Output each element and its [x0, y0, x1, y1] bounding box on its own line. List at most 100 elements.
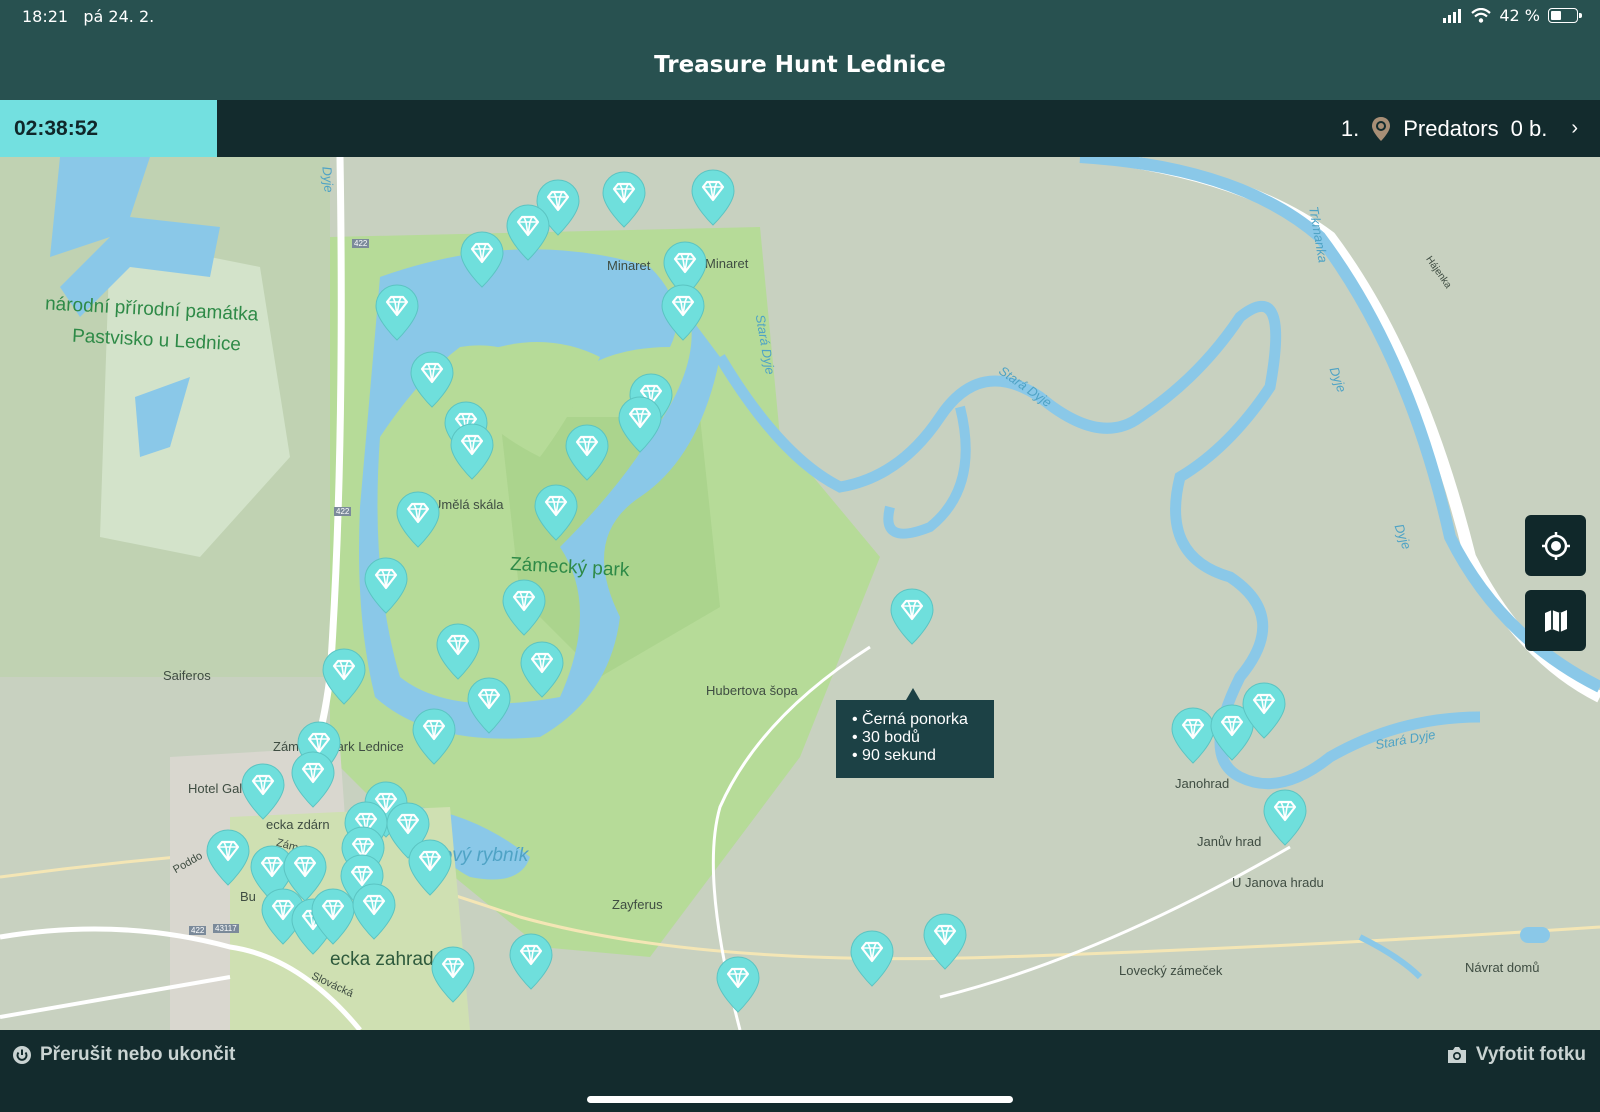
- treasure-pin[interactable]: [430, 946, 476, 1004]
- map-label-hubertova-sopa: Hubertova šopa: [706, 683, 798, 698]
- diamond-pin-icon: [241, 763, 285, 820]
- diamond-pin-icon: [311, 888, 355, 945]
- treasure-pin[interactable]: [240, 763, 286, 821]
- treasure-pin[interactable]: [407, 839, 453, 897]
- treasure-pin[interactable]: [505, 204, 551, 262]
- diamond-pin-icon: [618, 396, 662, 453]
- diamond-pin-icon: [520, 641, 564, 698]
- map-label-navrat-domu: Návrat domů: [1465, 960, 1540, 975]
- treasure-pin[interactable]: [363, 557, 409, 615]
- treasure-pin[interactable]: [351, 883, 397, 941]
- treasure-pin[interactable]: [435, 623, 481, 681]
- treasure-pin[interactable]: [449, 423, 495, 481]
- leaderboard-button[interactable]: 1. Predators 0 b. ›: [1341, 100, 1578, 157]
- treasure-pin[interactable]: [533, 484, 579, 542]
- take-photo-label: Vyfotit fotku: [1475, 1044, 1586, 1065]
- treasure-pin[interactable]: [601, 171, 647, 229]
- treasure-pin[interactable]: [715, 956, 761, 1014]
- diamond-pin-icon: [396, 491, 440, 548]
- treasure-pin[interactable]: [310, 888, 356, 946]
- popup-item-points: 30 bodů: [862, 729, 920, 746]
- map-label-lovecky-zamecek: Lovecký zámeček: [1119, 963, 1223, 978]
- treasure-pin[interactable]: [466, 677, 512, 735]
- diamond-pin-icon: [364, 557, 408, 614]
- treasure-popup[interactable]: • Černá ponorka • 30 bodů • 90 sekund: [836, 688, 994, 778]
- treasure-pin[interactable]: [660, 284, 706, 342]
- map-label-minaret-2: Minaret: [705, 256, 749, 271]
- treasure-pin[interactable]: [690, 169, 736, 227]
- treasure-pin[interactable]: [849, 930, 895, 988]
- map-view[interactable]: národní přírodní památka Pastvisko u Led…: [0, 157, 1600, 1030]
- map-label-road-422-a: 422: [352, 239, 370, 248]
- status-time-date: 18:21 pá 24. 2.: [22, 7, 154, 26]
- diamond-pin-icon: [850, 930, 894, 987]
- page-title: Treasure Hunt Lednice: [0, 36, 1600, 100]
- home-indicator: [587, 1096, 1013, 1103]
- locate-me-button[interactable]: [1525, 515, 1586, 576]
- map-icon: [1544, 609, 1567, 632]
- map-label-zahrada: ecka zahrada: [330, 949, 445, 970]
- treasure-pin[interactable]: [459, 231, 505, 289]
- team-score: 0 b.: [1510, 115, 1548, 141]
- diamond-pin-icon: [716, 956, 760, 1013]
- diamond-pin-icon: [460, 231, 504, 288]
- diamond-pin-icon: [352, 883, 396, 940]
- popup-item: • 90 sekund: [852, 747, 936, 764]
- diamond-pin-icon: [408, 839, 452, 896]
- status-indicators: 42 %: [1443, 6, 1582, 25]
- treasure-pin[interactable]: [1262, 789, 1308, 847]
- diamond-pin-icon: [602, 171, 646, 228]
- treasure-pin[interactable]: [508, 933, 554, 991]
- treasure-pin[interactable]: [395, 491, 441, 549]
- treasure-pin[interactable]: [519, 641, 565, 699]
- diamond-pin-icon: [923, 913, 967, 970]
- map-label-umela-skala: Umělá skála: [432, 497, 504, 512]
- diamond-pin-icon: [502, 579, 546, 636]
- diamond-pin-icon: [509, 933, 553, 990]
- map-label-hotel: Hotel Gal: [188, 781, 243, 796]
- diamond-pin-icon: [534, 484, 578, 541]
- map-label-u-janova-hradu: U Janova hradu: [1232, 875, 1324, 890]
- team-marker-icon: [1372, 116, 1391, 141]
- treasure-pin[interactable]: [374, 284, 420, 342]
- camera-icon: [1447, 1047, 1466, 1063]
- diamond-pin-icon: [375, 284, 419, 341]
- treasure-pin[interactable]: [290, 751, 336, 809]
- status-bar: 18:21 pá 24. 2. 42 %: [0, 0, 1600, 36]
- map-label-saiferos: Saiferos: [163, 668, 211, 683]
- diamond-pin-icon: [291, 751, 335, 808]
- battery-icon: [1548, 8, 1582, 23]
- signal-icon: [1443, 8, 1462, 23]
- diamond-pin-icon: [412, 708, 456, 765]
- treasure-pin[interactable]: [564, 424, 610, 482]
- map-label-road-422-c: 422: [189, 926, 207, 935]
- treasure-pin[interactable]: [321, 648, 367, 706]
- diamond-pin-icon: [206, 829, 250, 886]
- stop-game-button[interactable]: Přerušit nebo ukončit: [12, 1044, 235, 1066]
- treasure-pin[interactable]: [922, 913, 968, 971]
- diamond-pin-icon: [436, 623, 480, 680]
- bottom-bar: Přerušit nebo ukončit Vyfotit fotku: [0, 1030, 1600, 1112]
- take-photo-button[interactable]: Vyfotit fotku: [1446, 1044, 1586, 1066]
- status-date: pá 24. 2.: [83, 7, 155, 26]
- treasure-pin[interactable]: [205, 829, 251, 887]
- treasure-pin[interactable]: [411, 708, 457, 766]
- diamond-pin-icon: [1242, 682, 1286, 739]
- diamond-pin-icon: [467, 677, 511, 734]
- map-label-zayferus: Zayferus: [612, 897, 663, 912]
- stop-game-label: Přerušit nebo ukončit: [40, 1044, 236, 1065]
- treasure-pin[interactable]: [617, 396, 663, 454]
- treasure-pin[interactable]: [1241, 682, 1287, 740]
- info-bar: 02:38:52 1. Predators 0 b. ›: [0, 100, 1600, 157]
- treasure-pin[interactable]: [889, 588, 935, 646]
- countdown-timer: 02:38:52: [0, 100, 217, 157]
- diamond-pin-icon: [1263, 789, 1307, 846]
- treasure-pin[interactable]: [501, 579, 547, 637]
- diamond-pin-icon: [322, 648, 366, 705]
- map-label-road-422-b: 422: [334, 507, 352, 516]
- team-name: Predators: [1403, 115, 1499, 141]
- popup-item-time: 90 sekund: [862, 747, 936, 764]
- map-label-minaret-1: Minaret: [607, 258, 651, 273]
- map-type-button[interactable]: [1525, 590, 1586, 651]
- diamond-pin-icon: [565, 424, 609, 481]
